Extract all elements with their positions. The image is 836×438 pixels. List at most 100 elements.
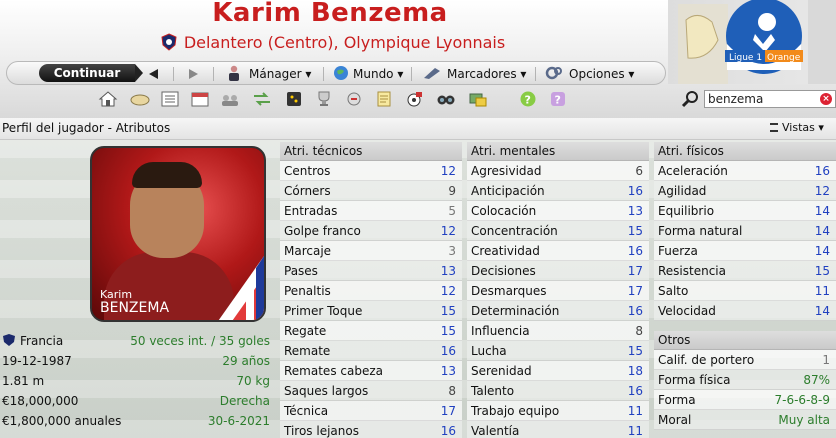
- manager-menu[interactable]: Mánager ▾: [249, 65, 311, 83]
- other-attribute-row[interactable]: Calif. de portero 1: [654, 350, 836, 370]
- continue-button[interactable]: Continuar: [39, 64, 143, 82]
- mental-attribute-value: 15: [627, 224, 643, 238]
- mental-attribute-row[interactable]: Desmarques 17: [467, 281, 649, 301]
- match-icon[interactable]: [404, 90, 424, 108]
- france-flag-icon: [218, 256, 264, 320]
- physical-attribute-row[interactable]: Equilibrio 14: [654, 201, 836, 221]
- clear-search-icon[interactable]: ×: [820, 93, 832, 105]
- league-logo-icon: Ligue 1 Orange: [725, 0, 803, 74]
- scores-menu[interactable]: Marcadores ▾: [447, 65, 526, 83]
- physical-attribute-row[interactable]: Salto 11: [654, 281, 836, 301]
- mental-attribute-row[interactable]: Lucha 15: [467, 341, 649, 361]
- help-icon[interactable]: ?: [518, 90, 538, 108]
- other-attribute-value: 1: [822, 353, 830, 367]
- others-rows: Calif. de portero 1 Forma física 87% Forma 7-…: [654, 350, 836, 430]
- technical-attribute-row[interactable]: Remates cabeza 13: [280, 361, 462, 381]
- mental-attribute-row[interactable]: Concentración 15: [467, 221, 649, 241]
- views-menu[interactable]: Vistas ▾: [770, 121, 824, 134]
- home-icon[interactable]: [98, 90, 118, 108]
- mental-attribute-row[interactable]: Creatividad 16: [467, 241, 649, 261]
- technical-header: Atri. técnicos: [280, 142, 462, 161]
- trophy-icon[interactable]: [314, 90, 334, 108]
- technical-attribute-row[interactable]: Entradas 5: [280, 201, 462, 221]
- binoculars-icon[interactable]: [436, 90, 456, 108]
- other-attribute-row[interactable]: Moral Muy alta: [654, 410, 836, 430]
- technical-attribute-row[interactable]: Tiros lejanos 16: [280, 421, 462, 438]
- technical-attribute-row[interactable]: Penaltis 12: [280, 281, 462, 301]
- world-menu[interactable]: Mundo ▾: [353, 65, 403, 83]
- technical-attribute-row[interactable]: Saques largos 8: [280, 381, 462, 401]
- finances-icon[interactable]: [468, 90, 488, 108]
- other-attribute-row[interactable]: Forma 7-6-6-8-9: [654, 390, 836, 410]
- physical-attribute-value: 14: [814, 244, 830, 258]
- mental-attribute-value: 13: [627, 204, 643, 218]
- scouting-icon[interactable]: [344, 90, 364, 108]
- tactics-icon[interactable]: [284, 90, 304, 108]
- transfers-icon[interactable]: [252, 90, 272, 108]
- mental-attribute-name: Anticipación: [471, 184, 545, 198]
- svg-text:Orange: Orange: [767, 53, 801, 63]
- mental-attribute-row[interactable]: Serenidad 18: [467, 361, 649, 381]
- physical-attribute-row[interactable]: Fuerza 14: [654, 241, 836, 261]
- technical-attribute-row[interactable]: Pases 13: [280, 261, 462, 281]
- technical-attribute-value: 13: [440, 264, 456, 278]
- personal-value: 30-6-2021: [207, 414, 270, 428]
- mental-attribute-name: Serenidad: [471, 364, 532, 378]
- physical-attribute-name: Velocidad: [658, 304, 716, 318]
- svg-text:Ligue 1: Ligue 1: [729, 53, 762, 63]
- nationality[interactable]: Francia: [2, 331, 63, 351]
- physical-attributes: Atri. físicos Aceleración 16 Agilidad 12 Equ…: [654, 142, 836, 430]
- technical-attributes: Atri. técnicos Centros 12 Córners 9 Entradas…: [280, 142, 462, 438]
- mental-attribute-row[interactable]: Colocación 13: [467, 201, 649, 221]
- mental-attribute-row[interactable]: Valentía 11: [467, 421, 649, 438]
- mental-attribute-row[interactable]: Anticipación 16: [467, 181, 649, 201]
- mental-attribute-row[interactable]: Determinación 16: [467, 301, 649, 321]
- technical-attribute-row[interactable]: Primer Toque 15: [280, 301, 462, 321]
- back-arrow-icon[interactable]: [149, 69, 158, 79]
- physical-attribute-name: Agilidad: [658, 184, 707, 198]
- options-menu[interactable]: Opciones ▾: [569, 65, 634, 83]
- divider: [173, 67, 174, 81]
- technical-attribute-row[interactable]: Córners 9: [280, 181, 462, 201]
- notes-icon[interactable]: [374, 90, 394, 108]
- inbox-icon[interactable]: [130, 90, 150, 108]
- mental-attribute-row[interactable]: Trabajo equipo 11: [467, 401, 649, 421]
- physical-attribute-row[interactable]: Agilidad 12: [654, 181, 836, 201]
- mental-attribute-row[interactable]: Decisiones 17: [467, 261, 649, 281]
- mental-attribute-row[interactable]: Agresividad 6: [467, 161, 649, 181]
- mental-attribute-name: Colocación: [471, 204, 537, 218]
- forward-arrow-icon[interactable]: [189, 69, 198, 79]
- technical-attribute-value: 15: [440, 324, 456, 338]
- technical-attribute-row[interactable]: Regate 15: [280, 321, 462, 341]
- divider: [535, 67, 536, 81]
- physical-attribute-row[interactable]: Aceleración 16: [654, 161, 836, 181]
- physical-attribute-row[interactable]: Velocidad 14: [654, 301, 836, 321]
- physical-attribute-row[interactable]: Resistencia 15: [654, 261, 836, 281]
- technical-attribute-row[interactable]: Marcaje 3: [280, 241, 462, 261]
- mental-attribute-name: Decisiones: [471, 264, 536, 278]
- mental-attribute-value: 17: [627, 264, 643, 278]
- page-title-bar: Perfil del jugador - Atributos Vistas ▾: [0, 118, 836, 140]
- search-input[interactable]: benzema ×: [704, 90, 836, 108]
- mental-attribute-value: 8: [635, 324, 643, 338]
- technical-attribute-name: Técnica: [284, 404, 329, 418]
- player-subtitle[interactable]: Delantero (Centro), Olympique Lyonnais: [0, 33, 665, 52]
- scores-icon: [424, 68, 440, 79]
- other-attribute-row[interactable]: Forma física 87%: [654, 370, 836, 390]
- mental-attribute-row[interactable]: Talento 16: [467, 381, 649, 401]
- technical-attribute-name: Tiros lejanos: [284, 424, 359, 438]
- squad-list-icon[interactable]: [160, 90, 180, 108]
- tips-icon[interactable]: ?: [548, 90, 568, 108]
- calendar-icon[interactable]: [190, 90, 210, 108]
- value-foot-row: €18,000,000 Derecha: [0, 391, 272, 411]
- technical-attribute-row[interactable]: Técnica 17: [280, 401, 462, 421]
- physical-attribute-name: Fuerza: [658, 244, 698, 258]
- search-value: benzema: [708, 92, 764, 106]
- mental-attribute-row[interactable]: Influencia 8: [467, 321, 649, 341]
- technical-attribute-row[interactable]: Golpe franco 12: [280, 221, 462, 241]
- staff-icon[interactable]: [220, 90, 240, 108]
- photo-hair: [132, 162, 202, 188]
- physical-attribute-row[interactable]: Forma natural 14: [654, 221, 836, 241]
- technical-attribute-row[interactable]: Centros 12: [280, 161, 462, 181]
- technical-attribute-row[interactable]: Remate 16: [280, 341, 462, 361]
